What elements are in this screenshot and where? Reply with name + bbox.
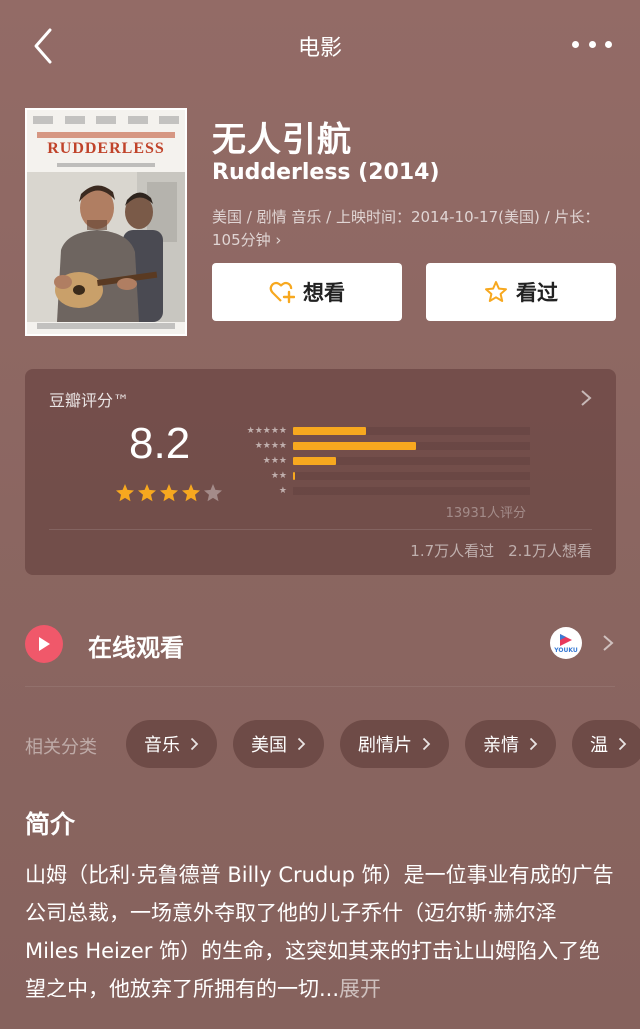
page-title: 电影 <box>297 36 342 61</box>
chevron-right-icon <box>529 737 538 751</box>
top-bar: 电影 <box>0 0 640 92</box>
rating-stars <box>115 483 223 503</box>
rating-count: 13931人评分 <box>445 506 526 521</box>
poster-photo <box>27 172 185 322</box>
wanted-count: 2.1万人想看 <box>508 542 592 560</box>
seen-label: 看过 <box>516 281 558 305</box>
divider <box>49 529 592 530</box>
star-icon <box>138 484 156 502</box>
category-chips: 音乐 美国 剧情片 亲情温 <box>126 720 640 768</box>
movie-title-en: Rudderless (2014) <box>212 160 440 185</box>
distribution-bar <box>293 471 295 480</box>
rating-footer: 1.7万人看过 2.1万人想看 <box>410 540 592 561</box>
category-chip[interactable]: 亲情 <box>465 720 556 768</box>
watched-count: 1.7万人看过 <box>410 542 495 560</box>
distribution-stars: ★ <box>278 485 287 496</box>
rating-distribution: ★★★★★ ★★★★ ★★★ ★★ ★ <box>230 423 530 498</box>
chevron-right-icon <box>297 737 306 751</box>
category-chip[interactable]: 美国 <box>233 720 324 768</box>
chevron-right-icon <box>422 737 431 751</box>
category-chip[interactable]: 温 <box>572 720 640 768</box>
distribution-row: ★★★★ <box>230 438 530 453</box>
distribution-stars: ★★★ <box>262 455 287 466</box>
category-chip[interactable]: 音乐 <box>126 720 217 768</box>
distribution-stars: ★★ <box>270 470 287 481</box>
category-chip[interactable]: 剧情片 <box>340 720 449 768</box>
distribution-row: ★ <box>230 483 530 498</box>
movie-poster[interactable]: RUDDERLESS <box>25 108 187 336</box>
distribution-row: ★★★★★ <box>230 423 530 438</box>
chevron-right-icon <box>190 737 199 751</box>
distribution-bar <box>293 441 417 450</box>
distribution-row: ★★★ <box>230 453 530 468</box>
star-icon <box>160 484 178 502</box>
more-button[interactable] <box>572 38 612 50</box>
related-categories-label: 相关分类 <box>25 737 97 758</box>
rating-card[interactable]: 豆瓣评分™ 8.2 ★★★★★ ★★★★ ★★★ ★★ ★ 13931人评分 1.7万人… <box>25 369 616 575</box>
poster-title: RUDDERLESS <box>47 140 165 157</box>
heart-plus-icon <box>269 281 295 304</box>
distribution-bar <box>293 426 367 435</box>
want-label: 想看 <box>303 281 345 305</box>
divider <box>25 686 615 687</box>
distribution-stars: ★★★★ <box>254 440 287 451</box>
synopsis-body: 山姆（比利·克鲁德普 Billy Crudup 饰）是一位事业有成的广告公司总裁… <box>25 863 614 1001</box>
rating-label: 豆瓣评分™ <box>49 391 130 410</box>
synopsis-title: 简介 <box>25 810 76 839</box>
youku-logo[interactable]: YOUKU <box>550 627 582 659</box>
movie-meta[interactable]: 美国 / 剧情 音乐 / 上映时间：2014-10-17(美国) / 片长：10… <box>212 206 616 252</box>
chevron-right-icon <box>618 737 627 751</box>
synopsis-text: 山姆（比利·克鲁德普 Billy Crudup 饰）是一位事业有成的广告公司总裁… <box>25 856 615 1008</box>
movie-title-cn: 无人引航 <box>212 120 352 160</box>
distribution-row: ★★ <box>230 468 530 483</box>
chevron-right-icon[interactable] <box>602 634 614 652</box>
distribution-bar <box>293 456 336 465</box>
star-outline-icon <box>485 281 507 302</box>
star-icon <box>204 484 222 502</box>
play-icon[interactable] <box>25 625 63 663</box>
want-to-watch-button[interactable]: 想看 <box>212 263 402 321</box>
more-dots-icon <box>572 40 579 48</box>
watched-button[interactable]: 看过 <box>426 263 616 321</box>
rating-score: 8.2 <box>129 419 191 468</box>
online-watch-label[interactable]: 在线观看 <box>88 628 184 663</box>
star-icon <box>182 484 200 502</box>
distribution-stars: ★★★★★ <box>246 425 287 436</box>
expand-link[interactable]: 展开 <box>339 977 381 1001</box>
chevron-right-icon <box>581 390 592 406</box>
star-icon <box>116 484 134 502</box>
